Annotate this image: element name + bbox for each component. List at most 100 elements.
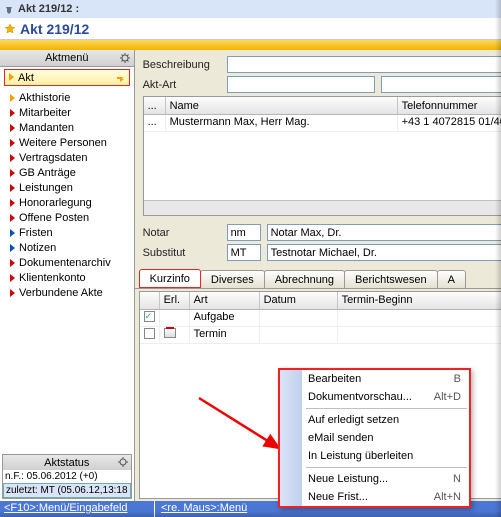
chevron-right-icon [10, 94, 15, 102]
sidebar-item[interactable]: GB Anträge [4, 165, 130, 180]
menu-separator [306, 408, 467, 409]
sidebar-title: Aktmenü [45, 52, 88, 64]
status-line-2: zuletzt: MT (05.06.12,13:18 [3, 483, 131, 498]
sidebar-item-akt[interactable]: Akt [4, 69, 130, 86]
menu-shortcut: Alt+D [434, 391, 461, 403]
window-titlebar: Akt 219/12 : [0, 0, 501, 18]
table-row[interactable]: ...Mustermann Max, Herr Mag.+43 1 407281… [144, 115, 501, 132]
sidebar-item-label: Fristen [19, 227, 53, 239]
input-beschreibung[interactable] [227, 56, 501, 73]
col-check[interactable] [140, 292, 160, 309]
sidebar-item[interactable]: Fristen [4, 225, 130, 240]
sidebar-item[interactable]: Verbundene Akte [4, 285, 130, 300]
menu-item[interactable]: Dokumentvorschau...Alt+D [280, 388, 469, 406]
status-panel: Aktstatus n.F.: 05.06.2012 (+0) zuletzt:… [2, 454, 132, 499]
chevron-right-icon [9, 73, 14, 81]
tab-abrechnung[interactable]: Abrechnung [264, 270, 345, 288]
accent-strip [0, 40, 501, 50]
menu-item[interactable]: In Leistung überleiten [280, 447, 469, 465]
gear-icon[interactable] [119, 52, 131, 64]
substitut-name[interactable]: Testnotar Michael, Dr. [267, 244, 501, 261]
substitut-code[interactable]: MT [227, 244, 261, 261]
chevron-right-icon [10, 289, 15, 297]
chevron-right-icon [10, 229, 15, 237]
sidebar-item-label: Leistungen [19, 182, 73, 194]
cell-datum [260, 310, 338, 326]
chevron-right-icon [10, 139, 15, 147]
chevron-right-icon [10, 154, 15, 162]
menu-label: Auf erledigt setzen [308, 414, 399, 426]
tab-diverses[interactable]: Diverses [200, 270, 265, 288]
menu-item[interactable]: Neue Frist...Alt+N [280, 488, 469, 506]
notar-code[interactable]: nm [227, 224, 261, 241]
cell-art: Termin [190, 327, 260, 343]
menu-label: Neue Frist... [308, 491, 368, 503]
sidebar-item[interactable]: Offene Posten [4, 210, 130, 225]
table-row[interactable]: Aufgabe [140, 310, 501, 327]
checkbox[interactable] [144, 328, 155, 339]
input-aktart[interactable] [227, 76, 375, 93]
sidebar-item-label: Akthistorie [19, 92, 70, 104]
col-dots[interactable]: ... [144, 97, 166, 114]
sidebar-item[interactable]: Leistungen [4, 180, 130, 195]
star-icon[interactable] [4, 23, 16, 35]
pin-icon [4, 4, 14, 14]
checkbox[interactable] [144, 311, 155, 322]
notar-name[interactable]: Notar Max, Dr. [267, 224, 501, 241]
col-art[interactable]: Art [190, 292, 260, 309]
cell-erl [160, 327, 190, 343]
sidebar-item[interactable]: Dokumentenarchiv [4, 255, 130, 270]
tab-a[interactable]: A [437, 270, 466, 288]
sidebar-item[interactable]: Honorarlegung [4, 195, 130, 210]
cell-check [140, 310, 160, 326]
menu-item[interactable]: eMail senden [280, 429, 469, 447]
input-aktart-desc[interactable] [381, 76, 501, 93]
notar-area: Notar nm Notar Max, Dr. Substitut MT Tes… [135, 220, 501, 268]
sub-titlebar: Akt 219/12 [0, 18, 501, 40]
sidebar-item[interactable]: Vertragsdaten [4, 150, 130, 165]
sidebar-item-label: Dokumentenarchiv [19, 257, 111, 269]
chevron-right-icon [10, 244, 15, 252]
cell-tel: +43 1 4072815 01/40... 1 [398, 115, 501, 131]
sidebar-item[interactable]: Notizen [4, 240, 130, 255]
cell-name: Mustermann Max, Herr Mag. [166, 115, 398, 131]
chevron-right-icon [10, 274, 15, 282]
label-beschreibung: Beschreibung [143, 59, 221, 71]
form-area: Beschreibung Akt-Art ... Name Telefonnum… [135, 50, 501, 220]
calendar-icon [164, 328, 176, 338]
chevron-right-icon [10, 214, 15, 222]
sidebar-item[interactable]: Mandanten [4, 120, 130, 135]
tab-berichtswesen[interactable]: Berichtswesen [344, 270, 438, 288]
person-table: ... Name Telefonnummer ...Mustermann Max… [143, 96, 501, 216]
menu-item[interactable]: Auf erledigt setzen [280, 411, 469, 429]
col-erl[interactable]: Erl. [160, 292, 190, 309]
sidebar-item[interactable]: Weitere Personen [4, 135, 130, 150]
window-title: Akt 219/12 : [18, 3, 79, 15]
menu-item[interactable]: Neue Leistung...N [280, 470, 469, 488]
scrollbar-horizontal[interactable] [144, 200, 501, 215]
sidebar-item[interactable]: Mitarbeiter [4, 105, 130, 120]
sidebar-list: AkthistorieMitarbeiterMandanten Weitere P… [0, 88, 134, 452]
sidebar-item[interactable]: Akthistorie [4, 90, 130, 105]
sidebar-item-label: Verbundene Akte [19, 287, 103, 299]
menu-item[interactable]: BearbeitenB [280, 370, 469, 388]
chevron-right-icon [10, 184, 15, 192]
chevron-right-icon [10, 109, 15, 117]
col-name[interactable]: Name [166, 97, 398, 114]
chevron-right-icon [10, 199, 15, 207]
sidebar-item[interactable]: Klientenkonto [4, 270, 130, 285]
gear-icon[interactable] [117, 456, 129, 468]
menu-label: Bearbeiten [308, 373, 361, 385]
pin-icon [116, 73, 126, 83]
col-tel[interactable]: Telefonnummer [398, 97, 501, 114]
sidebar-item-label: Offene Posten [19, 212, 89, 224]
label-substitut: Substitut [143, 247, 221, 259]
cell-datum [260, 327, 338, 343]
tabbar: KurzinfoDiversesAbrechnungBerichtswesenA [135, 268, 501, 289]
sidebar-item-label: Weitere Personen [19, 137, 107, 149]
table-row[interactable]: Termin [140, 327, 501, 344]
context-menu: BearbeitenBDokumentvorschau...Alt+D Auf e… [278, 368, 471, 508]
tab-kurzinfo[interactable]: Kurzinfo [139, 269, 201, 288]
col-terminbeginn[interactable]: Termin-Beginn [338, 292, 501, 309]
col-datum[interactable]: Datum [260, 292, 338, 309]
